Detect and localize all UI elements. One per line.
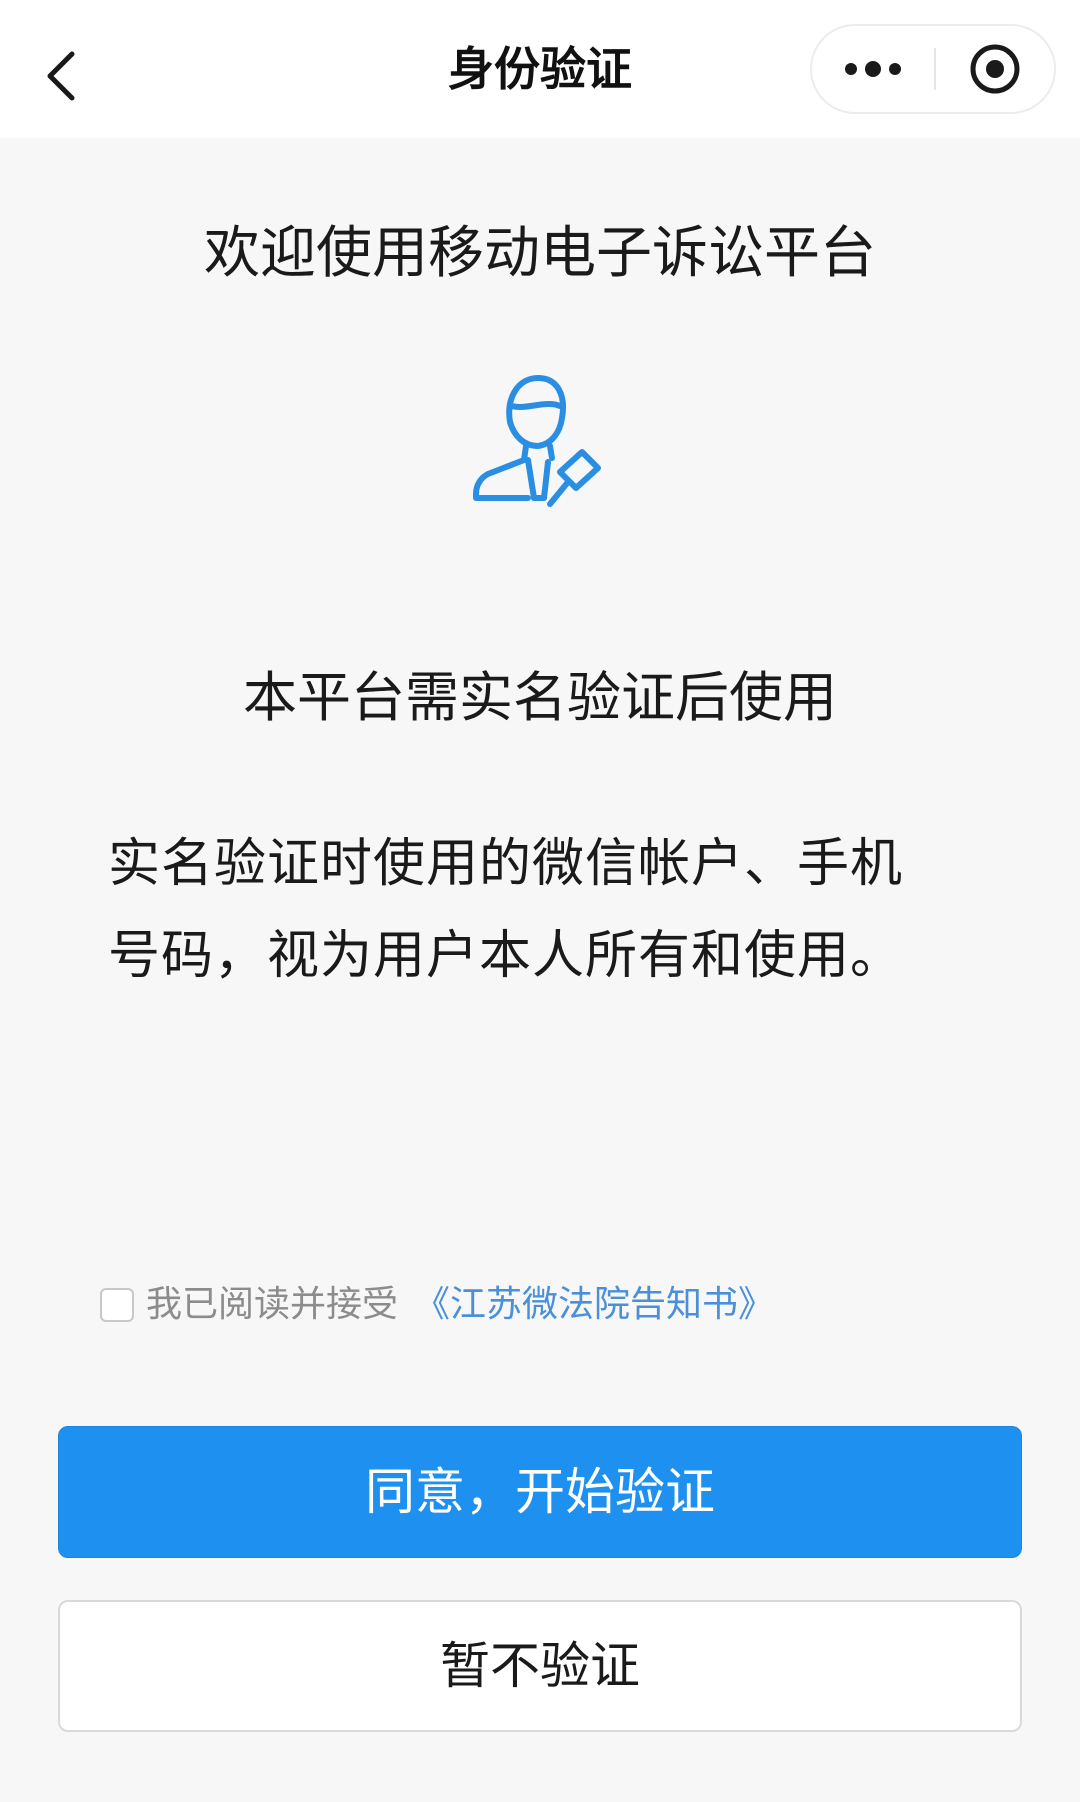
agree-checkbox[interactable] — [100, 1288, 134, 1322]
target-circle-icon — [970, 44, 1020, 94]
mini-program-capsule — [810, 24, 1056, 114]
agree-text: 我已阅读并接受 — [146, 1284, 399, 1325]
notice-document-link[interactable]: 《江苏微法院告知书》 — [414, 1280, 774, 1330]
close-mini-program-button[interactable] — [936, 26, 1054, 112]
more-button[interactable] — [812, 26, 934, 112]
agree-start-verification-button[interactable]: 同意，开始验证 — [58, 1426, 1022, 1558]
agreement-row: 我已阅读并接受 《江苏微法院告知书》 — [100, 1280, 774, 1330]
skip-verification-button[interactable]: 暂不验证 — [58, 1600, 1022, 1732]
more-dots-icon — [845, 61, 901, 77]
back-button[interactable] — [30, 36, 94, 116]
notice-heading: 本平台需实名验证后使用 — [243, 666, 837, 729]
welcome-title: 欢迎使用移动电子诉讼平台 — [204, 221, 876, 286]
notice-body: 实名验证时使用的微信帐户、手机号码，视为用户本人所有和使用。 — [108, 834, 904, 986]
nav-bar: 身份验证 — [0, 0, 1080, 138]
chevron-left-icon — [47, 51, 75, 101]
judge-gavel-icon — [473, 375, 601, 507]
